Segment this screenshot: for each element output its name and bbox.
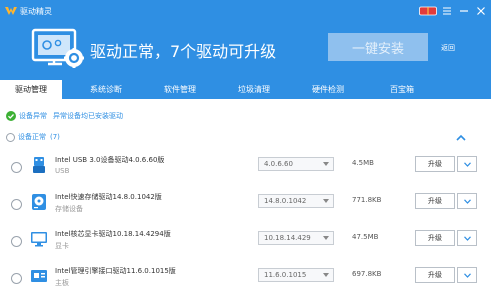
main-tabs: 驱动管理 系统诊断 软件管理 垃圾清理 硬件检测 百宝箱 [0,80,491,99]
tab-junk-cleanup[interactable]: 垃圾清理 [222,80,286,99]
driver-name: Intel核芯显卡驱动10.18.14.4294版 [55,230,171,238]
upgrade-options-button[interactable] [457,193,477,209]
driver-name: Intel USB 3.0设备驱动4.0.6.60版 [55,156,165,164]
version-value: 14.8.0.1042 [264,197,307,205]
upgrade-button[interactable]: 升级 [415,193,455,209]
driver-row: Intel核芯显卡驱动10.18.14.4294版 显卡 10.18.14.42… [0,224,491,258]
upgrade-button[interactable]: 升级 [415,230,455,246]
driver-select-radio[interactable] [11,273,22,284]
chevron-down-icon [463,235,471,241]
version-select[interactable]: 4.0.6.60 [258,157,334,171]
driver-category: 显卡 [55,242,69,250]
status-header: 驱动正常，7个驱动可升级 一键安装 返回 [0,22,491,80]
chevron-down-icon [463,198,471,204]
back-link[interactable]: 返回 [441,43,455,53]
version-select[interactable]: 14.8.0.1042 [258,194,334,208]
app-title: 驱动精灵 [20,7,52,16]
upgrade-button[interactable]: 升级 [415,156,455,172]
disk-icon [32,194,46,210]
upgrade-options-button[interactable] [457,267,477,283]
upgrade-button[interactable]: 升级 [415,267,455,283]
chevron-up-icon[interactable] [455,133,467,143]
motherboard-icon [31,270,47,282]
status-title: 驱动正常，7个驱动可升级 [90,42,277,61]
version-value: 4.0.6.60 [264,160,293,168]
dropdown-arrow-icon [323,273,329,277]
dropdown-arrow-icon [323,199,329,203]
driver-genius-window: 驱动精灵 驱动正常，7个驱动可升级 一键安装 返回 驱动管理 系统诊断 软件管理… [0,0,491,296]
driver-select-radio[interactable] [11,162,22,173]
tab-software-management[interactable]: 软件管理 [148,80,212,99]
tab-toolbox[interactable]: 百宝箱 [370,80,434,99]
usb-icon [33,157,45,173]
tab-hardware-detection[interactable]: 硬件检测 [296,80,360,99]
tab-driver-management[interactable]: 驱动管理 [0,80,62,99]
abnormal-devices-note: 异常设备均已安装驱动 [53,112,123,120]
select-all-radio[interactable] [6,132,15,142]
normal-devices-label: 设备正常 [18,133,46,141]
chevron-down-icon [463,272,471,278]
dropdown-arrow-icon [323,162,329,166]
driver-category: 存储设备 [55,205,83,213]
version-value: 10.18.14.429 [264,234,311,242]
minimize-icon[interactable] [457,4,471,18]
check-circle-icon [6,111,16,121]
tab-system-diagnosis[interactable]: 系统诊断 [74,80,138,99]
chevron-down-icon [463,161,471,167]
version-select[interactable]: 11.6.0.1015 [258,268,334,282]
window-controls [419,4,488,18]
title-bar: 驱动精灵 [0,0,491,22]
abnormal-devices-row: 设备异常 异常设备均已安装驱动 [6,110,123,122]
driver-size: 697.8KB [352,270,382,278]
driver-name: Intel管理引擎接口驱动11.6.0.1015版 [55,267,176,275]
driver-row: Intel管理引擎接口驱动11.6.0.1015版 主板 11.6.0.1015… [0,261,491,295]
driver-category: USB [55,167,70,175]
normal-devices-count: (7) [50,133,60,141]
driver-name: Intel快速存储驱动14.8.0.1042版 [55,193,162,201]
driver-select-radio[interactable] [11,199,22,210]
display-icon [31,232,47,247]
gift-icon[interactable] [419,6,437,16]
driver-size: 4.5MB [352,159,374,167]
menu-icon[interactable] [440,4,454,18]
driver-category: 主板 [55,279,69,287]
driver-size: 771.8KB [352,196,382,204]
dropdown-arrow-icon [323,236,329,240]
upgrade-options-button[interactable] [457,156,477,172]
driver-row: Intel快速存储驱动14.8.0.1042版 存储设备 14.8.0.1042… [0,187,491,221]
version-value: 11.6.0.1015 [264,271,307,279]
driver-row: Intel USB 3.0设备驱动4.0.6.60版 USB 4.0.6.60 … [0,150,491,184]
version-select[interactable]: 10.18.14.429 [258,231,334,245]
app-logo-icon [5,7,17,15]
abnormal-devices-label: 设备异常 [19,112,47,120]
one-click-install-button[interactable]: 一键安装 [328,33,428,61]
monitor-status-icon [31,28,84,68]
driver-select-radio[interactable] [11,236,22,247]
normal-devices-row: 设备正常 (7) [6,131,60,143]
close-icon[interactable] [474,4,488,18]
driver-size: 47.5MB [352,233,379,241]
upgrade-options-button[interactable] [457,230,477,246]
